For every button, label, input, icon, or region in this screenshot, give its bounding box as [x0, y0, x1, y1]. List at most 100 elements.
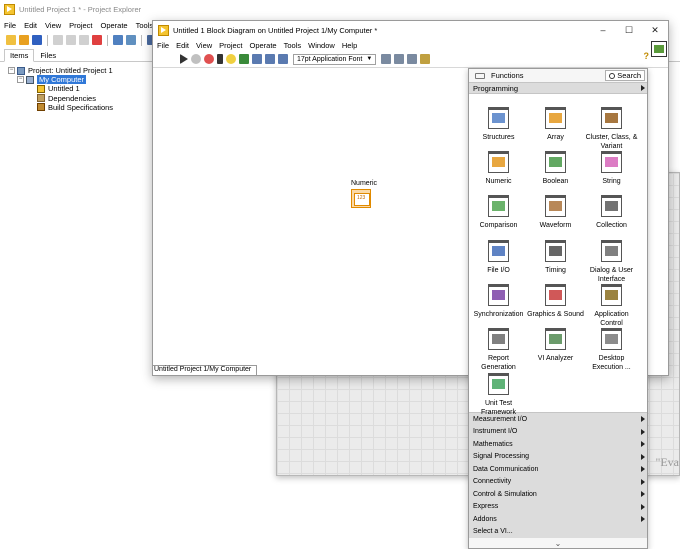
palette-item[interactable]: Desktop Execution ... — [583, 328, 640, 373]
clean-up-diagram-icon[interactable] — [420, 54, 431, 64]
palette-item-label: Structures — [482, 134, 515, 141]
category-row[interactable]: Addons — [469, 513, 647, 526]
category-row[interactable]: Data Communication — [469, 463, 647, 476]
palette-item[interactable]: Timing — [527, 240, 584, 276]
pe-menu-project[interactable]: Project — [69, 21, 92, 30]
vi-icon[interactable] — [651, 41, 667, 57]
context-help-icon[interactable]: ? — [644, 51, 650, 61]
palette-item[interactable]: Collection — [583, 195, 640, 231]
bd-menu-help[interactable]: Help — [342, 41, 357, 50]
step-out-icon[interactable] — [278, 54, 288, 64]
palette-item[interactable]: Boolean — [527, 151, 584, 187]
step-into-icon[interactable] — [252, 54, 262, 64]
bd-menu-view[interactable]: View — [196, 41, 212, 50]
computer-icon — [26, 75, 34, 84]
palette-item-glyph — [605, 201, 618, 211]
project-icon[interactable] — [126, 35, 136, 45]
bd-menu-file[interactable]: File — [157, 41, 169, 50]
distribute-objects-icon[interactable] — [394, 54, 405, 64]
minimize-button[interactable]: – — [590, 25, 616, 36]
palette-item[interactable]: Synchronization — [470, 284, 527, 320]
abort-icon[interactable] — [204, 54, 214, 64]
font-dropdown-value: 17pt Application Font — [297, 55, 363, 63]
palette-item[interactable]: Comparison — [470, 195, 527, 231]
run-continuously-icon[interactable] — [191, 54, 201, 64]
collapse-icon[interactable]: − — [8, 67, 15, 75]
palette-item-label: Timing — [545, 267, 566, 274]
retain-wire-values-icon[interactable] — [239, 54, 249, 64]
palette-item[interactable]: Unit Test Framework — [470, 373, 527, 418]
bd-menu-project[interactable]: Project — [219, 41, 242, 50]
category-label: Connectivity — [473, 478, 512, 486]
paste-icon[interactable] — [79, 35, 89, 45]
palette-item[interactable]: Structures — [470, 107, 527, 143]
delete-icon[interactable] — [92, 35, 102, 45]
palette-item[interactable]: Application Control — [583, 284, 640, 329]
tree-item-project[interactable]: − Project: Untitled Project 1 — [8, 66, 113, 75]
palette-header: Functions Search — [469, 69, 647, 82]
project-tree: − Project: Untitled Project 1 − My Compu… — [8, 66, 113, 112]
step-over-icon[interactable] — [265, 54, 275, 64]
build-icon[interactable] — [113, 35, 123, 45]
save-all-icon[interactable] — [32, 35, 42, 45]
category-row[interactable]: Connectivity — [469, 476, 647, 489]
bd-menu-window[interactable]: Window — [308, 41, 335, 50]
palette-item[interactable]: Cluster, Class, & Variant — [583, 107, 640, 152]
tab-items[interactable]: Items — [4, 49, 35, 62]
chevron-right-icon — [641, 491, 645, 498]
category-row[interactable]: Instrument I/O — [469, 426, 647, 439]
category-programming[interactable]: Programming — [469, 82, 647, 94]
numeric-label[interactable]: Numeric — [351, 180, 377, 187]
pin-icon[interactable] — [475, 72, 485, 79]
tree-item-dependencies[interactable]: Dependencies — [8, 94, 113, 103]
new-icon[interactable] — [6, 35, 16, 45]
palette-item[interactable]: Report Generation — [470, 328, 527, 373]
category-row[interactable]: Mathematics — [469, 438, 647, 451]
category-row[interactable]: Select a VI... — [469, 526, 647, 539]
more-categories-chevron-icon[interactable]: ⌄ — [469, 538, 647, 549]
palette-item[interactable]: VI Analyzer — [527, 328, 584, 364]
palette-item-icon — [545, 328, 566, 350]
highlight-execution-icon[interactable] — [226, 54, 236, 64]
bd-menu-edit[interactable]: Edit — [176, 41, 189, 50]
category-row[interactable]: Express — [469, 501, 647, 514]
palette-item[interactable]: File I/O — [470, 240, 527, 276]
numeric-control-terminal[interactable]: 123 — [351, 189, 371, 208]
bd-menu-tools[interactable]: Tools — [284, 41, 302, 50]
font-dropdown[interactable]: 17pt Application Font ▼ — [293, 53, 377, 65]
palette-item[interactable]: Dialog & User Interface — [583, 240, 640, 285]
tree-item-untitled-1[interactable]: Untitled 1 — [8, 84, 113, 93]
copy-icon[interactable] — [66, 35, 76, 45]
palette-item[interactable]: Numeric — [470, 151, 527, 187]
category-row[interactable]: Signal Processing — [469, 451, 647, 464]
pe-menu-operate[interactable]: Operate — [101, 21, 128, 30]
search-button[interactable]: Search — [605, 70, 645, 81]
align-objects-icon[interactable] — [381, 54, 392, 64]
toolbar-divider — [47, 34, 48, 46]
close-button[interactable]: ✕ — [642, 25, 668, 36]
bd-menu-operate[interactable]: Operate — [250, 41, 277, 50]
palette-item-label: Collection — [596, 222, 627, 229]
pause-icon[interactable] — [217, 54, 223, 64]
pe-menu-edit[interactable]: Edit — [24, 21, 37, 30]
pe-menu-view[interactable]: View — [45, 21, 61, 30]
run-icon[interactable] — [180, 54, 188, 64]
category-row[interactable]: Control & Simulation — [469, 488, 647, 501]
pe-menu-file[interactable]: File — [4, 21, 16, 30]
tree-item-my-computer[interactable]: − My Computer — [8, 75, 113, 85]
pe-menu-tools[interactable]: Tools — [136, 21, 154, 30]
collapse-icon[interactable]: − — [17, 76, 24, 84]
palette-item[interactable]: Array — [527, 107, 584, 143]
cut-icon[interactable] — [53, 35, 63, 45]
palette-item-label: Synchronization — [473, 311, 524, 318]
palette-item[interactable]: Waveform — [527, 195, 584, 231]
tree-item-build-specifications[interactable]: Build Specifications — [8, 103, 113, 112]
palette-item-icon — [488, 240, 509, 262]
maximize-button[interactable]: ☐ — [616, 25, 642, 36]
palette-item[interactable]: Graphics & Sound — [527, 284, 584, 320]
reorder-icon[interactable] — [407, 54, 418, 64]
palette-item-glyph — [492, 157, 505, 167]
open-icon[interactable] — [19, 35, 29, 45]
tab-files[interactable]: Files — [35, 50, 61, 61]
palette-item[interactable]: String — [583, 151, 640, 187]
